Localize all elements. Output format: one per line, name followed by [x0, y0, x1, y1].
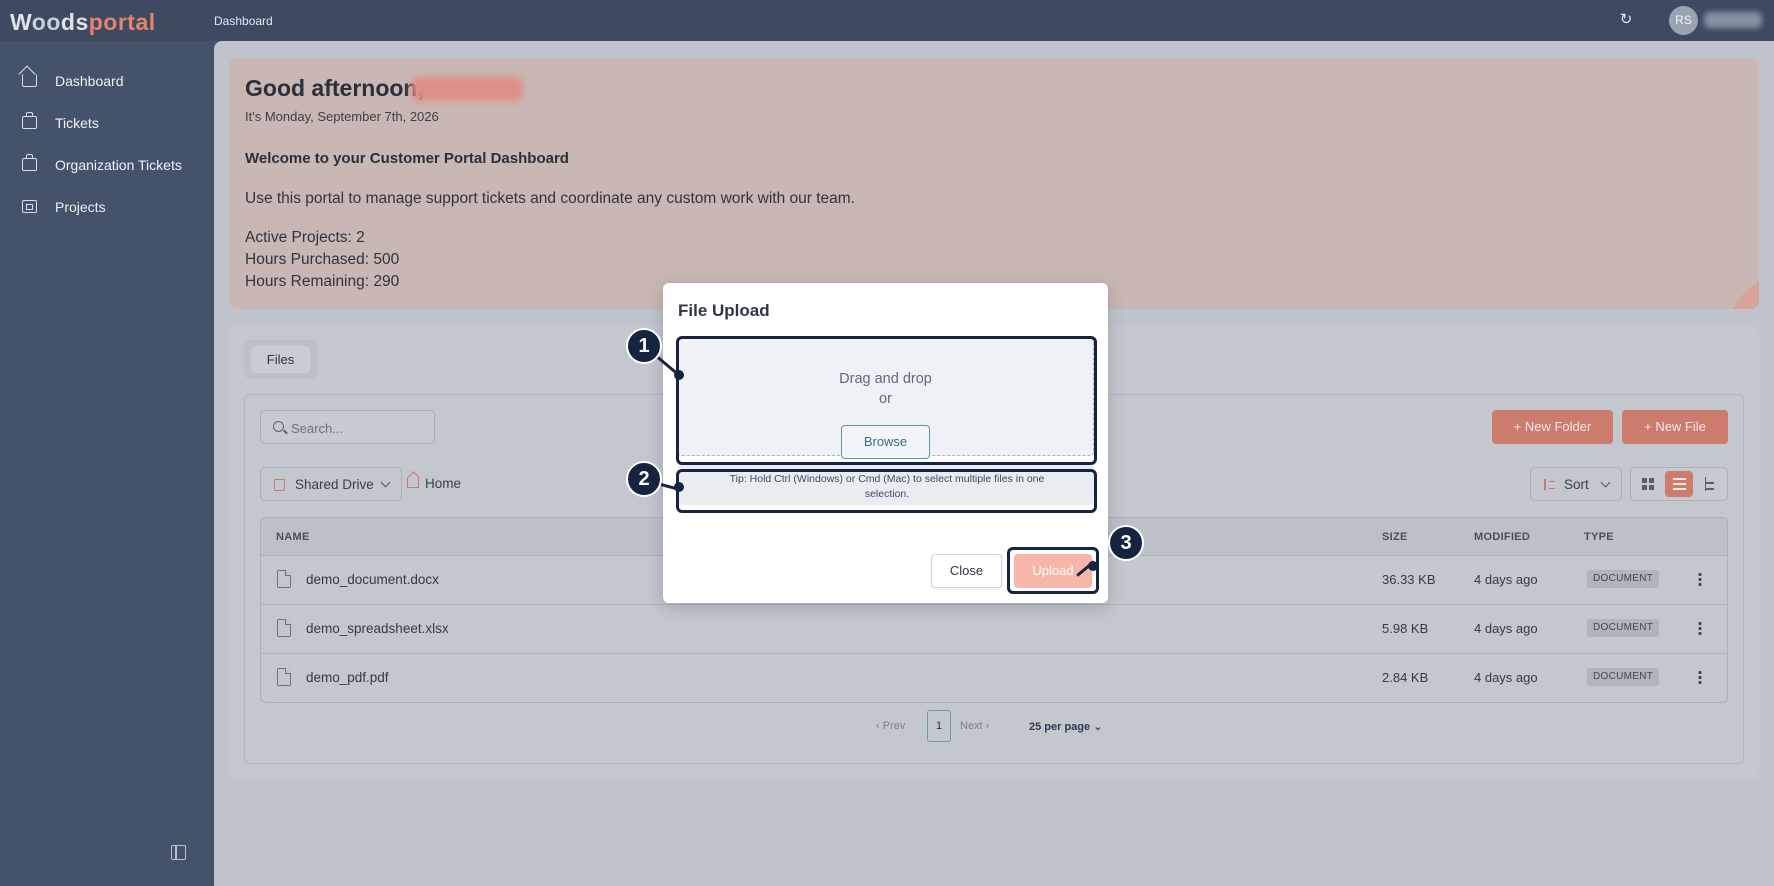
plus-icon: + [1644, 419, 1656, 434]
drive-select[interactable]: Shared Drive [260, 467, 402, 501]
new-file-label: New File [1655, 419, 1706, 434]
next-label: Next [960, 720, 983, 732]
file-size: 2.84 KB [1382, 670, 1429, 685]
sidebar: Dashboard Tickets Organization Tickets P… [0, 41, 214, 886]
file-size: 5.98 KB [1382, 621, 1429, 636]
new-file-button[interactable]: + New File [1622, 410, 1728, 444]
file-name[interactable]: demo_spreadsheet.xlsx [306, 621, 449, 636]
new-folder-label: New Folder [1524, 419, 1592, 434]
search-icon [273, 421, 284, 432]
highlight-tip [676, 469, 1097, 513]
column-modified[interactable]: MODIFIED [1474, 531, 1530, 543]
file-modified: 4 days ago [1474, 670, 1538, 685]
new-folder-button[interactable]: + New Folder [1492, 410, 1613, 444]
grid-view-button[interactable] [1634, 471, 1662, 497]
page-number-button[interactable]: 1 [927, 710, 951, 742]
drive-icon [274, 479, 285, 491]
column-type[interactable]: TYPE [1584, 531, 1614, 543]
sidebar-item-tickets[interactable]: Tickets [0, 104, 214, 142]
home-icon [22, 74, 37, 87]
modal-title: File Upload [678, 301, 770, 320]
sidebar-item-label: Projects [55, 199, 106, 215]
user-name-redacted[interactable] [1704, 12, 1762, 28]
grid-icon [1642, 478, 1654, 490]
sidebar-item-label: Tickets [55, 115, 99, 131]
welcome-title: Welcome to your Customer Portal Dashboar… [245, 150, 569, 167]
breadcrumb: Dashboard [214, 14, 273, 28]
tree-icon [1705, 477, 1716, 491]
search-box[interactable] [260, 410, 435, 444]
sidebar-item-dashboard[interactable]: Dashboard [0, 62, 214, 100]
sidebar-item-organization-tickets[interactable]: Organization Tickets [0, 146, 214, 184]
app-logo[interactable]: Woodsportal [10, 9, 156, 36]
avatar[interactable]: RS [1669, 6, 1698, 35]
sidebar-item-projects[interactable]: Projects [0, 188, 214, 226]
search-input[interactable] [291, 418, 426, 438]
more-options-icon[interactable] [1698, 572, 1702, 586]
home-icon [407, 478, 419, 488]
file-type-badge: DOCUMENT [1587, 570, 1660, 588]
ticket-icon [22, 112, 37, 129]
stat-active-projects: Active Projects: 2 [245, 229, 365, 246]
file-modified: 4 days ago [1474, 572, 1538, 587]
list-view-button[interactable] [1665, 471, 1693, 497]
callout-2: 2 [626, 461, 662, 497]
sort-button[interactable]: Sort [1530, 467, 1622, 501]
callout-anchor [674, 370, 684, 380]
callout-1: 1 [626, 328, 662, 364]
per-page-select[interactable]: 25 per page ⌄ [1029, 720, 1102, 733]
sort-icon [1544, 479, 1555, 490]
list-icon [1673, 478, 1686, 490]
table-row[interactable]: demo_pdf.pdf 2.84 KB 4 days ago DOCUMENT [261, 654, 1727, 702]
callout-3: 3 [1108, 525, 1144, 561]
tab-files[interactable]: Files [251, 346, 310, 373]
file-name[interactable]: demo_document.docx [306, 572, 439, 587]
tree-view-button[interactable] [1696, 471, 1724, 497]
customer-name-redacted [411, 77, 523, 101]
greeting-heading: Good afternoon, [245, 75, 424, 101]
collapse-sidebar-icon[interactable] [171, 845, 186, 860]
chevron-left-icon: ‹ [876, 720, 883, 732]
file-size: 36.33 KB [1382, 572, 1436, 587]
plus-icon: + [1513, 419, 1525, 434]
refresh-icon[interactable]: ↻ [1617, 11, 1635, 29]
current-date: It's Monday, September 7th, 2026 [245, 109, 439, 124]
drive-select-label: Shared Drive [295, 477, 374, 492]
projects-icon [22, 200, 37, 213]
highlight-dropzone [676, 336, 1097, 465]
callout-anchor [1088, 561, 1098, 571]
breadcrumb-home-label: Home [425, 476, 462, 491]
file-type-badge: DOCUMENT [1587, 619, 1660, 637]
file-type-badge: DOCUMENT [1587, 668, 1660, 686]
callout-anchor [674, 482, 684, 492]
more-options-icon[interactable] [1698, 621, 1702, 635]
sort-label: Sort [1564, 477, 1589, 492]
column-size[interactable]: SIZE [1382, 531, 1408, 543]
prev-page-button[interactable]: ‹ Prev [876, 720, 905, 732]
view-toggle-group [1630, 467, 1728, 501]
document-icon [277, 570, 291, 588]
column-name[interactable]: NAME [276, 531, 310, 543]
sidebar-item-label: Dashboard [55, 73, 124, 89]
spreadsheet-icon [277, 619, 291, 637]
pdf-icon [277, 668, 291, 686]
stat-hours-purchased: Hours Purchased: 500 [245, 251, 400, 268]
prev-label: Prev [882, 720, 906, 732]
file-modified: 4 days ago [1474, 621, 1538, 636]
stat-hours-remaining: Hours Remaining: 290 [245, 273, 400, 290]
sidebar-item-label: Organization Tickets [55, 157, 182, 173]
more-options-icon[interactable] [1698, 670, 1702, 684]
chevron-down-icon [1600, 477, 1611, 488]
top-bar: Woodsportal Dashboard ↻ RS [0, 0, 1774, 41]
per-page-label: 25 per page [1029, 721, 1091, 733]
ticket-icon [22, 154, 37, 171]
table-row[interactable]: demo_spreadsheet.xlsx 5.98 KB 4 days ago… [261, 605, 1727, 654]
file-name[interactable]: demo_pdf.pdf [306, 670, 389, 685]
chevron-down-icon [380, 477, 391, 488]
welcome-intro: Use this portal to manage support ticket… [245, 190, 855, 207]
close-button[interactable]: Close [931, 554, 1002, 588]
next-page-button[interactable]: Next › [960, 720, 989, 732]
chevron-down-icon: ⌄ [1090, 721, 1103, 733]
chevron-right-icon: › [982, 720, 990, 732]
